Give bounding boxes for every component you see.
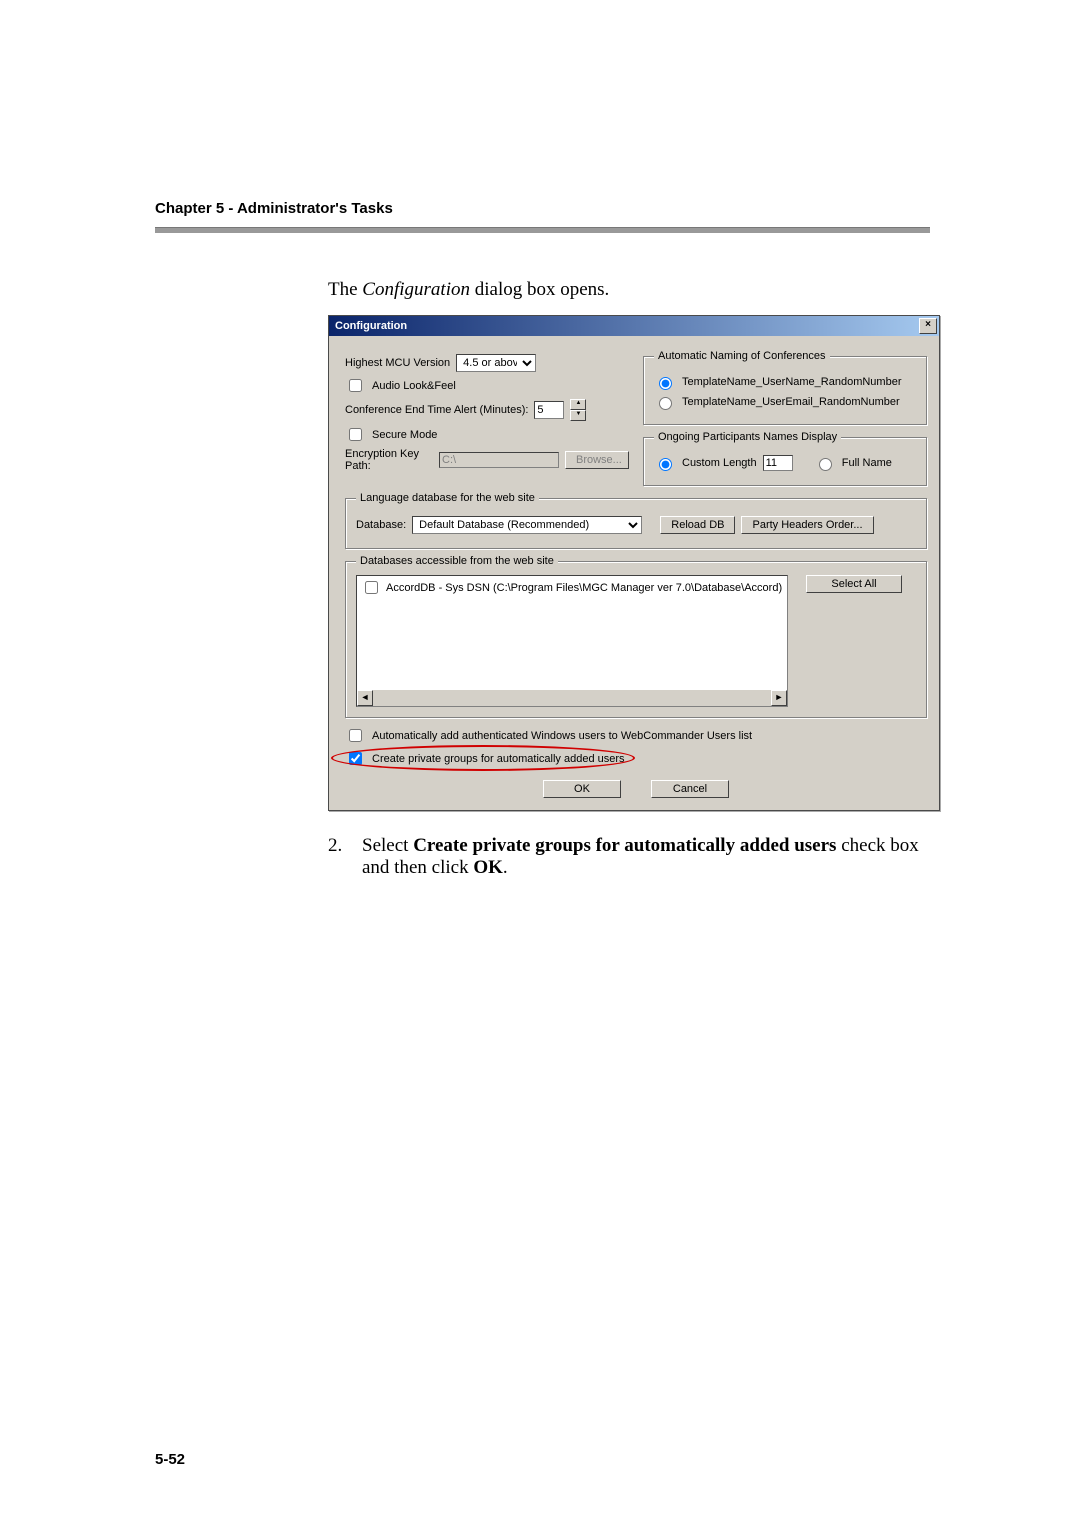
horizontal-scrollbar[interactable]: ◄ ►: [357, 690, 787, 706]
encryption-path-label: Encryption Key Path:: [345, 448, 433, 472]
endtime-input[interactable]: [534, 401, 564, 419]
configuration-dialog: Configuration × Highest MCU Version 4.5 …: [328, 315, 940, 811]
intro-em: Configuration: [362, 279, 470, 300]
custom-length-label: Custom Length: [682, 457, 757, 469]
full-name-label: Full Name: [842, 457, 892, 469]
step-text: Select Create private groups for automat…: [362, 835, 930, 879]
reload-db-button[interactable]: Reload DB: [660, 516, 735, 534]
autoname-username-label: TemplateName_UserName_RandomNumber: [682, 376, 901, 388]
intro-prefix: The: [328, 279, 362, 300]
chevron-up-icon[interactable]: ▲: [570, 399, 586, 410]
autonaming-group: Automatic Naming of Conferences Template…: [643, 350, 927, 425]
chevron-down-icon[interactable]: ▼: [570, 410, 586, 421]
scroll-right-icon[interactable]: ►: [771, 690, 787, 706]
audio-lookfeel-checkbox[interactable]: [349, 379, 362, 392]
close-icon[interactable]: ×: [919, 318, 937, 334]
header-rule: [155, 227, 930, 233]
db-list-item[interactable]: AccordDB - Sys DSN (C:\Program Files\MGC…: [357, 576, 787, 599]
create-private-groups-checkbox[interactable]: [349, 752, 362, 765]
auto-add-users-checkbox[interactable]: [349, 729, 362, 742]
party-headers-button[interactable]: Party Headers Order...: [741, 516, 873, 534]
mcu-label: Highest MCU Version: [345, 357, 450, 369]
titlebar[interactable]: Configuration ×: [329, 316, 939, 336]
select-all-button[interactable]: Select All: [806, 575, 902, 593]
database-label: Database:: [356, 519, 406, 531]
custom-length-input[interactable]: [763, 455, 793, 471]
encryption-path-input: [439, 452, 559, 468]
full-name-radio[interactable]: [819, 458, 832, 471]
db-item-label: AccordDB - Sys DSN (C:\Program Files\MGC…: [386, 582, 782, 594]
autoname-username-radio[interactable]: [659, 377, 672, 390]
ongoing-names-group: Ongoing Participants Names Display Custo…: [643, 431, 927, 486]
language-db-group: Language database for the web site Datab…: [345, 492, 927, 549]
secure-mode-label: Secure Mode: [372, 429, 437, 441]
accessible-db-legend: Databases accessible from the web site: [356, 555, 558, 567]
endtime-label: Conference End Time Alert (Minutes):: [345, 404, 528, 416]
ok-button[interactable]: OK: [543, 780, 621, 798]
autoname-useremail-label: TemplateName_UserEmail_RandomNumber: [682, 396, 900, 408]
custom-length-radio[interactable]: [659, 458, 672, 471]
page-number: 5-52: [155, 1451, 185, 1468]
dialog-title: Configuration: [335, 320, 407, 332]
language-db-legend: Language database for the web site: [356, 492, 539, 504]
step-number: 2.: [328, 835, 362, 879]
intro-text: The Configuration dialog box opens.: [328, 279, 930, 301]
cancel-button[interactable]: Cancel: [651, 780, 729, 798]
db-listbox[interactable]: AccordDB - Sys DSN (C:\Program Files\MGC…: [356, 575, 788, 707]
database-select[interactable]: Default Database (Recommended): [412, 516, 642, 534]
browse-button: Browse...: [565, 451, 629, 469]
intro-suffix: dialog box opens.: [470, 279, 609, 300]
step-2: 2. Select Create private groups for auto…: [328, 835, 930, 879]
autonaming-legend: Automatic Naming of Conferences: [654, 350, 830, 362]
secure-mode-checkbox[interactable]: [349, 428, 362, 441]
create-private-groups-label: Create private groups for automatically …: [372, 753, 625, 765]
audio-lookfeel-label: Audio Look&Feel: [372, 380, 456, 392]
auto-add-users-label: Automatically add authenticated Windows …: [372, 730, 752, 742]
endtime-spinner[interactable]: ▲▼: [570, 399, 586, 421]
ongoing-names-legend: Ongoing Participants Names Display: [654, 431, 841, 443]
mcu-version-select[interactable]: 4.5 or above: [456, 354, 536, 372]
db-item-checkbox[interactable]: [365, 581, 378, 594]
scroll-left-icon[interactable]: ◄: [357, 690, 373, 706]
chapter-header: Chapter 5 - Administrator's Tasks: [155, 200, 930, 217]
accessible-db-group: Databases accessible from the web site A…: [345, 555, 927, 718]
autoname-useremail-radio[interactable]: [659, 397, 672, 410]
